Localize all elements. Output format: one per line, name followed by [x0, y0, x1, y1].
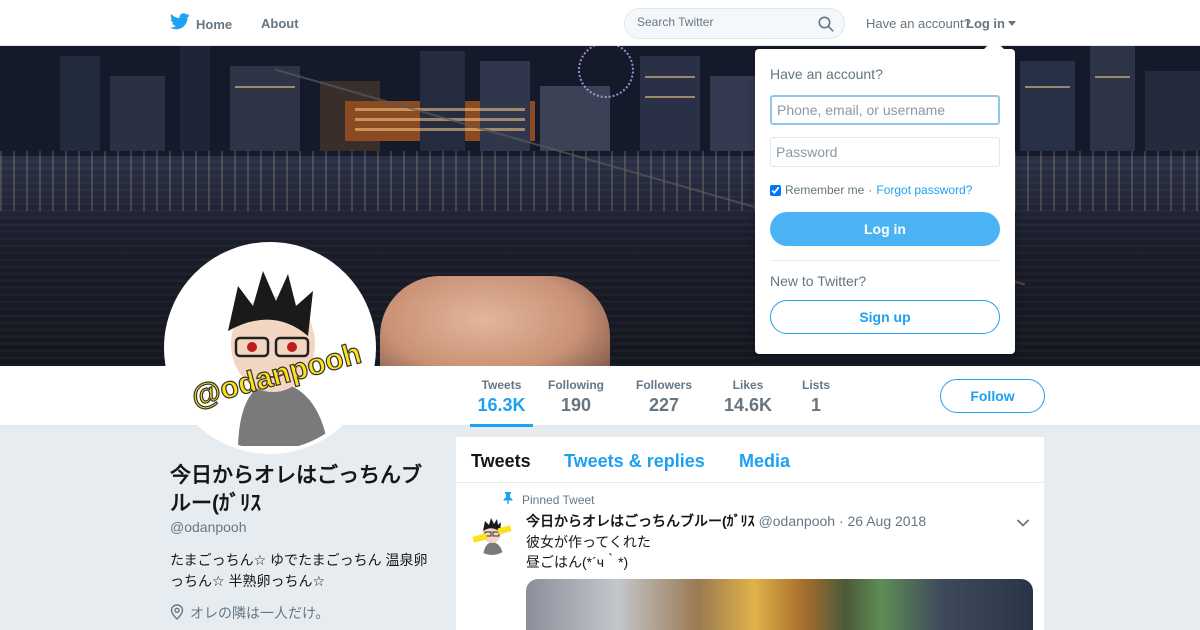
avatar-illustration: @odanpooh	[168, 246, 372, 450]
stat-label: Lists	[802, 378, 831, 392]
remember-me-label[interactable]: Remember me	[785, 183, 864, 197]
profile-avatar[interactable]: @odanpooh	[164, 242, 376, 454]
stat-value: 14.6K	[724, 395, 773, 415]
signup-button[interactable]: Sign up	[770, 300, 1000, 334]
hands-image	[380, 276, 610, 366]
twitter-bird-icon	[169, 13, 190, 35]
remember-me-checkbox[interactable]	[770, 184, 781, 196]
location-pin-icon	[170, 603, 184, 623]
profile-bio: たまごっちん☆ ゆでたまごっちん 温泉卵っちん☆ 半熟卵っちん☆	[170, 552, 428, 589]
tweet-photo[interactable]	[526, 579, 1033, 630]
tweet-author-avatar[interactable]	[471, 513, 513, 555]
tab-tweets-replies[interactable]: Tweets & replies	[564, 451, 705, 472]
username-field[interactable]	[770, 95, 1000, 125]
tweet-author-handle[interactable]: @odanpooh	[759, 513, 836, 529]
new-to-twitter-text: New to Twitter?	[770, 273, 867, 289]
stat-label: Tweets	[481, 378, 522, 392]
stat-label: Following	[548, 378, 604, 392]
stat-likes[interactable]: Likes 14.6K	[724, 378, 772, 416]
profile-handle[interactable]: @odanpooh	[170, 519, 247, 535]
stat-lists[interactable]: Lists 1	[802, 378, 830, 416]
remember-me-row: Remember me · Forgot password?	[770, 183, 972, 197]
login-menu-toggle[interactable]: Log in	[966, 16, 1016, 31]
tab-media[interactable]: Media	[739, 451, 790, 472]
search-input[interactable]	[637, 15, 817, 29]
pinned-label: Pinned Tweet	[522, 492, 595, 507]
tweet-date[interactable]: · 26 Aug 2018	[839, 513, 926, 529]
login-button[interactable]: Log in	[770, 212, 1000, 246]
reflection-decoration	[0, 151, 1200, 211]
have-account-text: Have an account?	[866, 16, 971, 31]
divider	[770, 260, 1000, 261]
timeline: Tweets Tweets & replies Media Pinned Twe…	[456, 437, 1044, 630]
stat-value: 227	[648, 395, 680, 415]
timeline-tabs: Tweets Tweets & replies Media	[456, 437, 1044, 483]
nav-about-link[interactable]: About	[261, 16, 299, 31]
stat-value: 16.3K	[477, 395, 526, 415]
password-field[interactable]	[770, 137, 1000, 167]
pin-icon	[503, 492, 513, 507]
tweet-text-line: 彼女が作ってくれた	[526, 534, 651, 550]
tab-tweets[interactable]: Tweets	[471, 451, 531, 472]
separator-dot: ·	[868, 183, 873, 197]
stat-tweets[interactable]: Tweets 16.3K	[470, 378, 533, 427]
login-menu-label: Log in	[966, 16, 1005, 31]
stat-followers[interactable]: Followers 227	[636, 378, 692, 416]
stat-value: 1	[811, 395, 822, 415]
stat-label: Likes	[732, 378, 764, 392]
stat-value: 190	[560, 395, 592, 415]
profile-location: オレの隣は一人だけ。	[170, 603, 329, 623]
caret-down-icon	[1008, 21, 1016, 26]
login-dropdown: Have an account? Remember me · Forgot pa…	[755, 39, 1015, 354]
tweet-author-name[interactable]: 今日からオレはごっちんブルー(ｶﾞﾘｽ	[526, 513, 755, 529]
search-box[interactable]	[624, 8, 845, 39]
login-dropdown-title: Have an account?	[770, 66, 883, 82]
tweet-text: 彼女が作ってくれた 昼ごはん(*´ч｀*)	[526, 532, 651, 572]
nav-home-label: Home	[196, 16, 233, 32]
location-text: オレの隣は一人だけ。	[190, 605, 330, 621]
search-icon[interactable]	[818, 16, 834, 37]
stat-following[interactable]: Following 190	[548, 378, 604, 416]
forgot-password-link[interactable]: Forgot password?	[876, 183, 972, 197]
tweet-text-line: 昼ごはん(*´ч｀*)	[526, 554, 629, 570]
tweet-header: 今日からオレはごっちんブルー(ｶﾞﾘｽ @odanpooh · 26 Aug 2…	[526, 511, 926, 531]
chevron-down-icon[interactable]	[1016, 515, 1030, 533]
stat-label: Followers	[636, 378, 693, 392]
top-nav: Home About Have an account? Log in	[0, 0, 1200, 46]
pinned-indicator: Pinned Tweet	[503, 492, 595, 507]
profile-name[interactable]: 今日からオレはごっちんブルー(ｶﾞﾘｽ	[170, 462, 430, 518]
follow-button[interactable]: Follow	[940, 379, 1045, 413]
nav-home-link[interactable]: Home	[169, 13, 233, 35]
